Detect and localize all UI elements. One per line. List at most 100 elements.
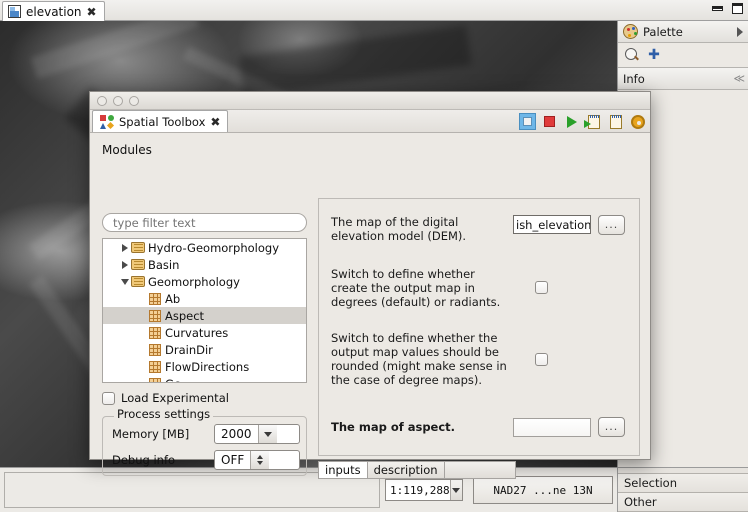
tab-elevation[interactable]: elevation ✖ xyxy=(2,1,105,21)
collapse-icon[interactable]: ≪ xyxy=(733,72,744,85)
new-script-button[interactable] xyxy=(607,113,624,130)
application-window: elevation ✖ Palette ✚ Info ≪ 1:119,288 N… xyxy=(0,0,748,512)
tree-item-label: Aspect xyxy=(165,308,205,323)
toolbox-content: Modules Hydro-Geomorphology Basin Geomor… xyxy=(90,133,650,479)
maximize-icon[interactable] xyxy=(732,3,743,14)
stop-button[interactable] xyxy=(541,113,558,130)
modules-label: Modules xyxy=(102,143,152,157)
tab-inputs[interactable]: inputs xyxy=(318,461,368,479)
status-bar: 1:119,288 NAD27 ...ne 13N xyxy=(0,467,617,512)
bottom-right-panels: Selection Other xyxy=(617,467,748,512)
info-panel-header[interactable]: Info ≪ xyxy=(618,68,748,90)
degrees-checkbox[interactable] xyxy=(535,281,548,294)
stop-selected-button[interactable] xyxy=(519,113,536,130)
close-dot[interactable] xyxy=(97,95,107,106)
tree-item-basin[interactable]: Basin xyxy=(103,256,306,273)
load-experimental-row[interactable]: Load Experimental xyxy=(102,391,229,405)
tab-spatial-toolbox[interactable]: Spatial Toolbox ✖ xyxy=(92,110,229,132)
tree-item-label: Geomorphology xyxy=(148,274,240,289)
stop-red-icon xyxy=(544,116,555,127)
memory-label: Memory [MB] xyxy=(112,427,190,441)
palette-title: Palette xyxy=(643,24,683,39)
palette-tool-row: ✚ xyxy=(618,43,748,68)
dem-label: The map of the digital elevation model (… xyxy=(331,215,467,243)
zoom-dot[interactable] xyxy=(129,95,139,106)
debug-row: Debug info OFF xyxy=(112,450,300,470)
settings-button[interactable] xyxy=(629,113,646,130)
grid-module-icon xyxy=(149,292,161,305)
tab-elevation-label: elevation xyxy=(26,4,82,19)
panel-other[interactable]: Other xyxy=(618,493,748,512)
spatial-toolbox-window: Spatial Toolbox ✖ Modules Hydro-Geomorph… xyxy=(89,91,651,479)
minimize-icon[interactable] xyxy=(712,6,723,11)
debug-label: Debug info xyxy=(112,453,176,467)
run-button[interactable] xyxy=(563,113,580,130)
scale-value: 1:119,288 xyxy=(390,483,450,497)
rounded-label: Switch to define whether the output map … xyxy=(331,331,507,387)
degrees-row: Switch to define whether create the outp… xyxy=(331,267,631,309)
script-icon xyxy=(609,114,622,129)
scale-selector[interactable]: 1:119,288 xyxy=(385,479,463,501)
grid-module-icon xyxy=(149,377,161,382)
tree-item-label: Gc xyxy=(165,377,180,383)
tree-item-hydro-geomorphology[interactable]: Hydro-Geomorphology xyxy=(103,239,306,256)
move-icon[interactable]: ✚ xyxy=(647,48,661,62)
tree-item-gc[interactable]: Gc xyxy=(103,375,306,383)
tab-spatial-toolbox-label: Spatial Toolbox xyxy=(119,114,206,129)
chevron-down-icon[interactable] xyxy=(119,278,131,285)
stop-white-icon xyxy=(523,117,532,126)
chevron-down-icon[interactable] xyxy=(449,480,462,500)
tree-item-ab[interactable]: Ab xyxy=(103,290,306,307)
folder-icon xyxy=(131,276,145,287)
palette-panel-header[interactable]: Palette xyxy=(618,21,748,43)
module-parameters-panel: The map of the digital elevation model (… xyxy=(318,198,640,456)
expand-arrow-icon[interactable] xyxy=(737,26,743,37)
chevron-down-icon[interactable] xyxy=(257,425,277,443)
tree-item-flowdirections[interactable]: FlowDirections xyxy=(103,358,306,375)
rounded-row: Switch to define whether the output map … xyxy=(331,331,631,387)
info-title: Info xyxy=(623,71,645,86)
tree-item-label: Ab xyxy=(165,291,181,306)
memory-value: 2000 xyxy=(221,427,252,441)
aspect-out-browse-button[interactable]: ... xyxy=(598,417,625,437)
aspect-out-row: The map of aspect. ... xyxy=(331,417,631,437)
tree-item-label: Hydro-Geomorphology xyxy=(148,240,279,255)
toolbox-titlebar[interactable] xyxy=(90,92,650,110)
dem-browse-button[interactable]: ... xyxy=(598,215,625,235)
tab-description[interactable]: description xyxy=(366,461,445,479)
tree-item-geomorphology[interactable]: Geomorphology xyxy=(103,273,306,290)
minimize-dot[interactable] xyxy=(113,95,123,106)
stepper-icon[interactable] xyxy=(250,451,270,469)
modules-tree[interactable]: Hydro-Geomorphology Basin Geomorphology … xyxy=(102,238,307,383)
magnifier-icon[interactable] xyxy=(625,48,639,62)
close-icon[interactable]: ✖ xyxy=(87,6,97,18)
debug-combo[interactable]: OFF xyxy=(214,450,300,470)
tree-item-label: FlowDirections xyxy=(165,359,250,374)
tree-item-aspect[interactable]: Aspect xyxy=(103,307,306,324)
panel-selection[interactable]: Selection xyxy=(618,474,748,493)
load-experimental-checkbox[interactable] xyxy=(102,391,115,405)
close-icon[interactable]: ✖ xyxy=(210,116,220,128)
tab-filler xyxy=(443,461,516,479)
window-controls xyxy=(712,3,743,14)
application-tab-bar: elevation ✖ xyxy=(0,0,748,21)
grid-module-icon xyxy=(149,343,161,356)
aspect-out-input[interactable] xyxy=(513,417,591,437)
memory-row: Memory [MB] 2000 xyxy=(112,424,300,444)
grid-module-icon xyxy=(149,360,161,373)
toolbox-tab-row: Spatial Toolbox ✖ xyxy=(90,110,650,133)
tree-item-draindir[interactable]: DrainDir xyxy=(103,341,306,358)
chevron-right-icon[interactable] xyxy=(119,243,131,252)
chevron-right-icon[interactable] xyxy=(119,260,131,269)
rounded-checkbox[interactable] xyxy=(535,353,548,366)
dem-input[interactable]: ish_elevation/elevation.asc xyxy=(513,215,591,234)
toolbox-toolbar xyxy=(519,112,646,131)
filter-input[interactable] xyxy=(102,213,307,232)
tree-item-curvatures[interactable]: Curvatures xyxy=(103,324,306,341)
memory-combo[interactable]: 2000 xyxy=(214,424,300,444)
map-document-icon xyxy=(8,5,21,18)
process-settings-group: Process settings Memory [MB] 2000 Debug … xyxy=(102,407,307,476)
run-script-button[interactable] xyxy=(583,113,602,130)
crs-indicator[interactable]: NAD27 ...ne 13N xyxy=(473,476,613,504)
grid-module-icon xyxy=(149,309,161,322)
